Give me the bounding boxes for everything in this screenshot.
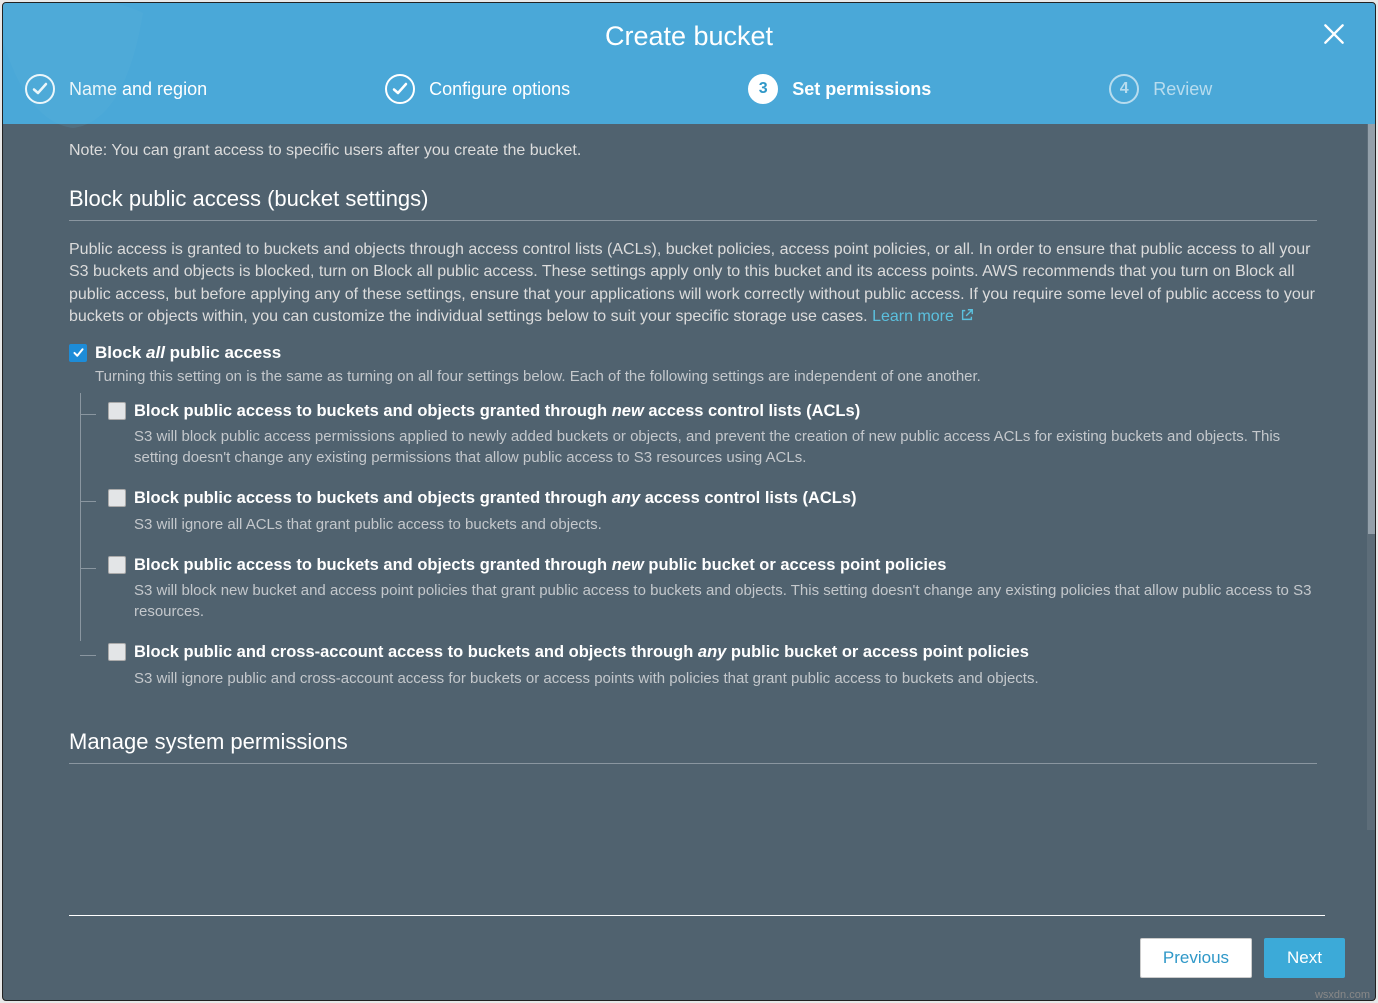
setting-any-policies-checkbox[interactable] [108,643,126,661]
setting-desc: S3 will block new bucket and access poin… [134,580,1317,622]
block-all-sub-desc: Turning this setting on is the same as t… [95,367,1317,387]
block-all-checkbox[interactable] [69,344,87,362]
create-bucket-modal: Create bucket Name and region Configure … [2,2,1376,1001]
modal-header: Create bucket Name and region Configure … [3,3,1375,124]
close-button[interactable] [1321,21,1347,52]
previous-button[interactable]: Previous [1140,938,1252,978]
block-public-access-heading: Block public access (bucket settings) [69,186,1317,212]
manage-permissions-section: Manage system permissions [69,729,1317,764]
setting-label: Block public access to buckets and objec… [134,488,857,509]
block-all-public-access-row: Block all public access [69,343,1317,363]
divider [69,763,1317,764]
setting-new-policies: Block public access to buckets and objec… [80,555,1317,622]
setting-label: Block public and cross-account access to… [134,642,1029,663]
check-circle-icon [385,74,415,104]
manage-permissions-heading: Manage system permissions [69,729,1317,755]
setting-desc: S3 will ignore all ACLs that grant publi… [134,514,1317,535]
modal-footer: Previous Next [3,916,1375,1000]
grant-access-note: Note: You can grant access to specific u… [69,142,1317,160]
scroll-content: Note: You can grant access to specific u… [3,124,1367,915]
block-all-label: Block all public access [95,343,281,363]
sub-settings-tree: Block public access to buckets and objec… [80,401,1317,689]
wizard-steps: Name and region Configure options 3 Set … [3,66,1375,124]
setting-desc: S3 will ignore public and cross-account … [134,668,1317,689]
learn-more-link[interactable]: Learn more [872,308,974,325]
setting-desc: S3 will block public access permissions … [134,426,1317,468]
divider [69,220,1317,221]
setting-new-acls: Block public access to buckets and objec… [80,401,1317,468]
step-configure-options[interactable]: Configure options [385,74,570,104]
close-icon [1321,21,1347,47]
watermark-text: wsxdn.com [1315,989,1370,1001]
external-link-icon [960,308,974,322]
setting-any-policies: Block public and cross-account access to… [80,642,1317,688]
step-number-icon: 4 [1109,74,1139,104]
step-label: Set permissions [792,79,931,100]
setting-new-acls-checkbox[interactable] [108,402,126,420]
checkmark-icon [72,346,85,359]
setting-label: Block public access to buckets and objec… [134,401,860,422]
content-area: Note: You can grant access to specific u… [3,124,1375,915]
setting-any-acls-checkbox[interactable] [108,489,126,507]
step-set-permissions[interactable]: 3 Set permissions [748,74,931,104]
step-label: Review [1153,79,1212,100]
setting-label: Block public access to buckets and objec… [134,555,946,576]
scrollbar-thumb[interactable] [1368,124,1375,534]
step-review[interactable]: 4 Review [1109,74,1212,104]
vertical-scrollbar[interactable] [1367,124,1375,830]
bucket-bg-icon [2,2,153,133]
setting-any-acls: Block public access to buckets and objec… [80,488,1317,534]
setting-new-policies-checkbox[interactable] [108,556,126,574]
block-public-access-description: Public access is granted to buckets and … [69,239,1317,329]
next-button[interactable]: Next [1264,938,1345,978]
step-number-icon: 3 [748,74,778,104]
modal-title: Create bucket [3,21,1375,52]
step-label: Configure options [429,79,570,100]
